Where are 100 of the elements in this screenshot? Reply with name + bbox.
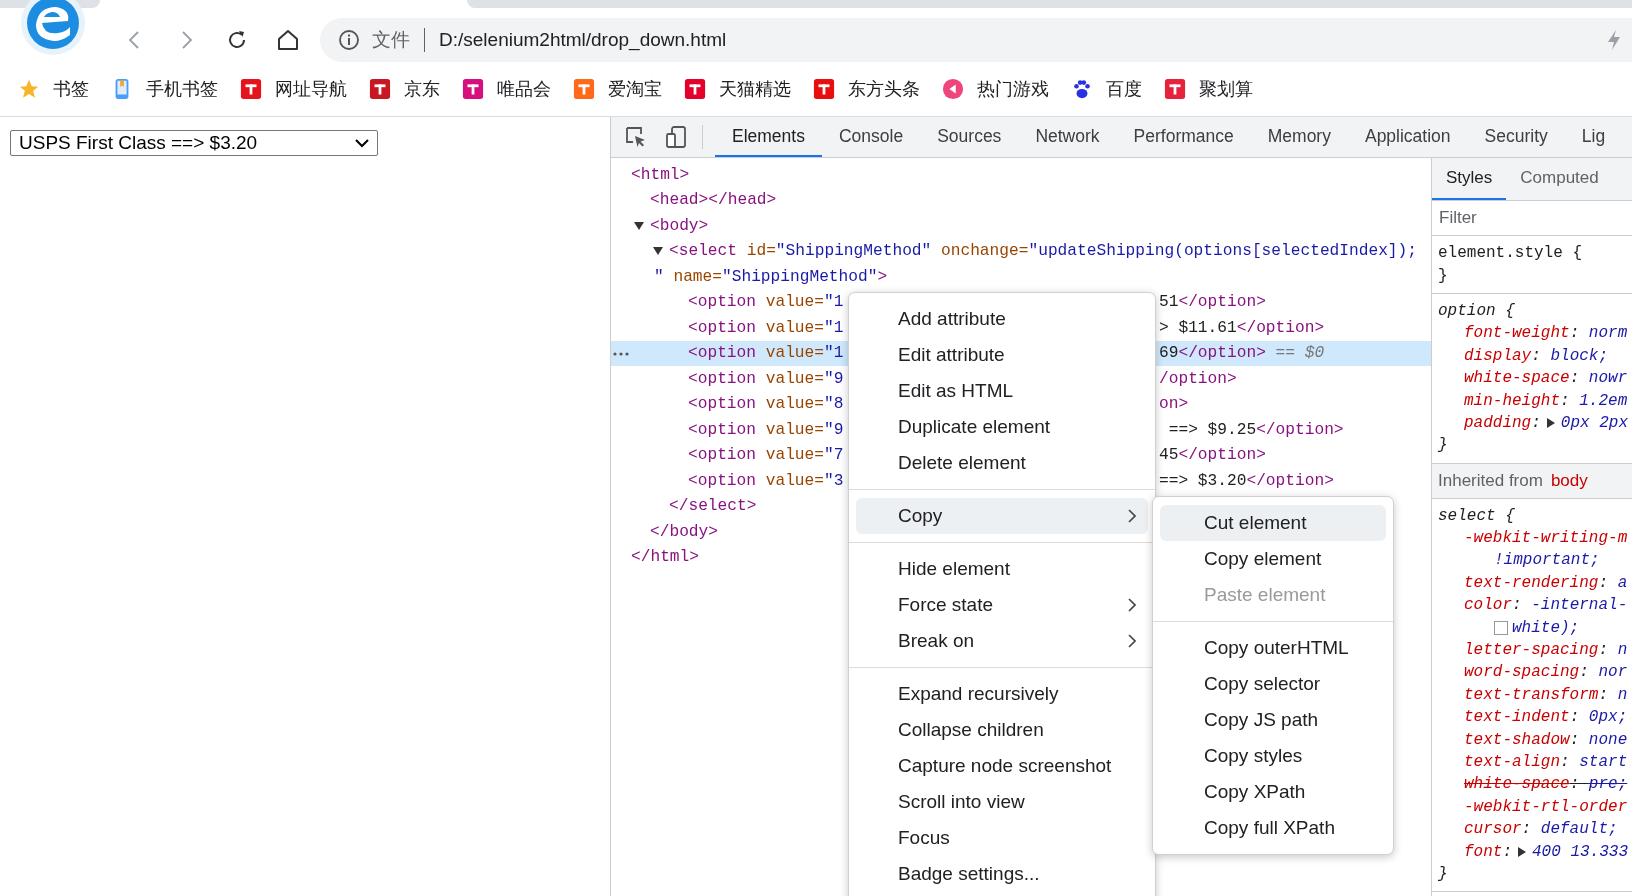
- menu-item[interactable]: Capture node screenshot: [856, 748, 1148, 784]
- menu-item[interactable]: Edit attribute: [856, 337, 1148, 373]
- css-value: :: [1598, 573, 1610, 592]
- html-line[interactable]: <select id="ShippingMethod" onchange="updateShipping(options[selectedIndex]);: [669, 242, 1418, 261]
- css-property: text-transform: [1464, 685, 1599, 704]
- menu-item[interactable]: Copy outerHTML: [1160, 630, 1386, 666]
- devtools-tab[interactable]: Lig: [1564, 117, 1623, 157]
- css-property: text-align: [1464, 753, 1560, 771]
- bookmark-item[interactable]: 爱淘宝: [573, 77, 662, 101]
- css-property: cursor: [1464, 820, 1522, 839]
- shipping-dropdown[interactable]: USPS First Class ==> $3.20: [10, 130, 378, 156]
- menu-item[interactable]: Add attribute: [856, 301, 1148, 337]
- html-line[interactable]: <option value="1: [688, 318, 844, 337]
- menu-item[interactable]: Copy full XPath: [1160, 810, 1386, 846]
- html-line[interactable]: <option value="9: [688, 420, 844, 439]
- device-toggle-icon[interactable]: [664, 125, 688, 149]
- html-line[interactable]: </body>: [650, 522, 718, 541]
- html-line[interactable]: <head></head>: [650, 191, 777, 210]
- menu-item[interactable]: Hide element: [856, 551, 1148, 587]
- html-line[interactable]: 51</option>: [1159, 293, 1266, 312]
- css-value: 0px;: [1588, 708, 1628, 727]
- bookmark-item[interactable]: 东方头条: [813, 77, 920, 101]
- html-line[interactable]: </select>: [669, 497, 757, 516]
- html-line[interactable]: <body>: [650, 216, 709, 235]
- devtools-tab[interactable]: Application: [1347, 117, 1468, 157]
- html-line[interactable]: <option value="8: [688, 395, 844, 414]
- menu-item[interactable]: Edit as HTML: [856, 373, 1148, 409]
- css-property: text-rendering: [1464, 573, 1599, 592]
- expand-triangle-icon[interactable]: [1518, 846, 1526, 857]
- menu-item[interactable]: Scroll into view: [856, 784, 1148, 820]
- css-property: text-indent: [1464, 708, 1570, 727]
- css-value: a: [1617, 573, 1628, 592]
- css-property: white-space: [1464, 369, 1570, 388]
- html-line[interactable]: <option value="9: [688, 369, 844, 388]
- menu-item[interactable]: Delete element: [856, 445, 1148, 481]
- menu-item[interactable]: Copy XPath: [1160, 774, 1386, 810]
- styles-tab[interactable]: Computed: [1506, 158, 1613, 200]
- menu-item[interactable]: Badge settings...: [856, 856, 1148, 892]
- menu-item[interactable]: Copy styles: [1160, 738, 1386, 774]
- menu-item[interactable]: Duplicate element: [856, 409, 1148, 445]
- bookmark-item[interactable]: 书签: [18, 77, 89, 101]
- html-line[interactable]: <option value="3: [688, 471, 844, 490]
- html-line[interactable]: <option value="1: [688, 344, 844, 363]
- devtools-tab[interactable]: Console: [821, 117, 921, 157]
- inherited-source-link[interactable]: body: [1550, 470, 1588, 491]
- html-line[interactable]: ==> $9.25</option>: [1159, 420, 1344, 439]
- html-line[interactable]: on>: [1159, 395, 1189, 414]
- bookmark-item[interactable]: 京东: [369, 77, 440, 101]
- bookmark-item[interactable]: 热门游戏: [942, 77, 1049, 101]
- bookmark-item[interactable]: 手机书签: [111, 77, 218, 101]
- menu-item[interactable]: Force state: [856, 587, 1148, 623]
- expand-triangle-icon[interactable]: [653, 246, 663, 257]
- html-line[interactable]: 69</option> == $0: [1159, 344, 1325, 363]
- menu-item[interactable]: Copy: [856, 498, 1148, 534]
- bookmark-item[interactable]: 聚划算: [1164, 77, 1253, 101]
- devtools-tab[interactable]: Elements: [715, 117, 822, 157]
- devtools-tab[interactable]: Performance: [1116, 117, 1251, 157]
- menu-item[interactable]: Break on: [856, 623, 1148, 659]
- devtools-tab[interactable]: Sources: [920, 117, 1019, 157]
- html-line[interactable]: <html>: [631, 165, 690, 184]
- html-line[interactable]: 45</option>: [1159, 446, 1266, 465]
- css-value: default;: [1540, 820, 1618, 839]
- bookmark-item[interactable]: 网址导航: [240, 77, 347, 101]
- more-icon[interactable]: [613, 351, 629, 356]
- css-value: :: [1569, 369, 1581, 388]
- html-line[interactable]: </html>: [631, 548, 699, 567]
- menu-item[interactable]: Copy element: [1160, 541, 1386, 577]
- css-value: :: [1569, 730, 1581, 749]
- css-property: letter-spacing: [1464, 641, 1599, 660]
- bookmark-item[interactable]: 唯品会: [462, 77, 551, 101]
- html-line[interactable]: ==> $3.20</option>: [1159, 471, 1334, 490]
- menu-item[interactable]: Copy selector: [1160, 666, 1386, 702]
- menu-item[interactable]: Copy JS path: [1160, 702, 1386, 738]
- css-value: n: [1617, 641, 1628, 660]
- bookmark-item[interactable]: 百度: [1071, 77, 1142, 101]
- info-icon[interactable]: [338, 29, 360, 51]
- menu-item[interactable]: Focus: [856, 820, 1148, 856]
- devtools-tab[interactable]: Memory: [1250, 117, 1348, 157]
- browser-logo-icon[interactable]: [18, 0, 88, 57]
- menu-item[interactable]: Expand recursively: [856, 676, 1148, 712]
- address-bar[interactable]: 文件 D:/selenium2html/drop_down.html: [320, 18, 1632, 62]
- html-line[interactable]: <option value="1: [688, 293, 844, 312]
- devtools-tab[interactable]: Security: [1467, 117, 1565, 157]
- expand-triangle-icon[interactable]: [1546, 417, 1555, 428]
- html-line[interactable]: " name="ShippingMethod">: [654, 267, 888, 286]
- html-line[interactable]: > $11.61</option>: [1159, 318, 1325, 337]
- bookmark-item[interactable]: 天猫精选: [684, 77, 791, 101]
- html-line[interactable]: /option>: [1159, 369, 1237, 388]
- css-property: -webkit-rtl-order: [1464, 797, 1628, 816]
- devtools-tab[interactable]: Network: [1018, 117, 1117, 157]
- inherited-label: Inherited from: [1438, 470, 1543, 491]
- styles-tab[interactable]: Styles: [1432, 158, 1507, 200]
- css-property: word-spacing: [1464, 663, 1580, 682]
- menu-item[interactable]: Collapse children: [856, 712, 1148, 748]
- html-line[interactable]: <option value="7: [688, 446, 844, 465]
- css-value: :: [1569, 324, 1581, 343]
- menu-item[interactable]: Cut element: [1160, 505, 1386, 541]
- color-swatch[interactable]: [1494, 620, 1508, 635]
- home-icon[interactable]: [276, 28, 300, 52]
- expand-triangle-icon[interactable]: [634, 220, 644, 231]
